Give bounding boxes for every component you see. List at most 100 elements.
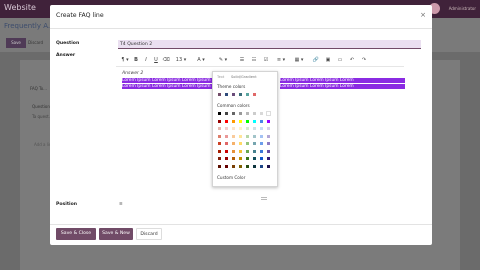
user-name[interactable]: Administrator xyxy=(449,6,476,11)
common-color-swatch[interactable] xyxy=(238,118,243,124)
common-color-swatch[interactable] xyxy=(266,156,271,161)
font-size-dropdown[interactable]: 13 ▾ xyxy=(174,56,188,64)
breadcrumb[interactable]: Frequently A... xyxy=(4,22,55,30)
common-color-swatch[interactable] xyxy=(252,118,257,124)
common-color-swatch[interactable] xyxy=(217,126,222,131)
common-color-swatch[interactable] xyxy=(259,126,264,131)
undo-button[interactable]: ↶ xyxy=(348,56,356,64)
video-button[interactable]: ▭ xyxy=(336,56,344,64)
image-button[interactable]: ▣ xyxy=(324,56,332,64)
common-color-swatch[interactable] xyxy=(252,111,257,116)
common-color-swatch[interactable] xyxy=(252,133,257,139)
common-color-swatch[interactable] xyxy=(231,163,236,169)
common-color-swatch[interactable] xyxy=(231,156,236,161)
question-input[interactable]: T4 Question 2 xyxy=(118,40,421,49)
common-color-swatch[interactable] xyxy=(231,126,236,131)
underline-button[interactable]: U xyxy=(152,56,160,64)
redo-button[interactable]: ↷ xyxy=(360,56,368,64)
paragraph-style-dropdown[interactable]: ¶ ▾ xyxy=(120,56,130,64)
picker-tab-text[interactable]: Text xyxy=(217,75,224,79)
common-color-swatch[interactable] xyxy=(217,163,222,169)
editor-resize-handle[interactable] xyxy=(261,197,267,200)
save-close-button[interactable]: Save & Close xyxy=(56,228,96,240)
discard-button[interactable]: Discard xyxy=(136,228,162,240)
common-color-swatch[interactable] xyxy=(231,133,236,139)
checklist-button[interactable]: ☑ xyxy=(262,56,270,64)
highlight-button[interactable]: ✎ ▾ xyxy=(216,56,230,64)
common-color-swatch[interactable] xyxy=(217,133,222,139)
common-color-swatch[interactable] xyxy=(245,156,250,161)
common-color-swatch[interactable] xyxy=(252,148,257,154)
common-color-swatch[interactable] xyxy=(245,141,250,146)
italic-button[interactable]: I xyxy=(142,56,150,64)
theme-color-swatch[interactable] xyxy=(224,92,229,97)
app-name[interactable]: Website xyxy=(4,3,36,12)
common-color-swatch[interactable] xyxy=(231,148,236,154)
common-color-swatch[interactable] xyxy=(224,163,229,169)
common-color-swatch[interactable] xyxy=(259,111,264,116)
common-color-swatch[interactable] xyxy=(217,156,222,161)
theme-color-swatch[interactable] xyxy=(245,92,250,97)
common-color-swatch[interactable] xyxy=(238,156,243,161)
common-color-swatch[interactable] xyxy=(238,133,243,139)
theme-color-swatch[interactable] xyxy=(217,92,222,97)
theme-color-swatch[interactable] xyxy=(252,92,257,97)
common-color-swatch[interactable] xyxy=(217,118,222,124)
common-color-swatch[interactable] xyxy=(252,163,257,169)
common-color-swatch[interactable] xyxy=(266,141,271,146)
common-color-swatch[interactable] xyxy=(266,148,271,154)
common-color-swatch[interactable] xyxy=(238,141,243,146)
common-color-swatch[interactable] xyxy=(252,126,257,131)
common-color-swatch[interactable] xyxy=(238,111,243,116)
common-color-swatch[interactable] xyxy=(245,126,250,131)
bullet-list-button[interactable]: ☰ xyxy=(238,56,246,64)
common-color-swatch[interactable] xyxy=(231,141,236,146)
common-color-swatch[interactable] xyxy=(224,148,229,154)
common-color-swatch[interactable] xyxy=(266,163,271,169)
common-color-swatch[interactable] xyxy=(238,126,243,131)
common-color-swatch[interactable] xyxy=(266,111,271,116)
common-color-swatch[interactable] xyxy=(224,156,229,161)
numbered-list-button[interactable]: ☷ xyxy=(250,56,258,64)
common-color-swatch[interactable] xyxy=(259,141,264,146)
common-color-swatch[interactable] xyxy=(259,118,264,124)
theme-color-swatch[interactable] xyxy=(231,92,236,97)
common-color-swatch[interactable] xyxy=(259,156,264,161)
common-color-swatch[interactable] xyxy=(252,141,257,146)
common-color-swatch[interactable] xyxy=(231,111,236,116)
common-color-swatch[interactable] xyxy=(245,118,250,124)
common-color-swatch[interactable] xyxy=(224,111,229,116)
common-color-swatch[interactable] xyxy=(224,126,229,131)
common-color-swatch[interactable] xyxy=(252,156,257,161)
link-button[interactable]: 🔗 xyxy=(312,56,320,64)
common-color-swatch[interactable] xyxy=(238,163,243,169)
theme-color-swatch[interactable] xyxy=(238,92,243,97)
common-color-swatch[interactable] xyxy=(238,148,243,154)
common-color-swatch[interactable] xyxy=(245,111,250,116)
bold-button[interactable]: B xyxy=(132,56,140,64)
background-save-button[interactable]: Save xyxy=(6,38,26,48)
common-color-swatch[interactable] xyxy=(217,111,222,116)
close-icon[interactable]: × xyxy=(420,11,426,19)
common-color-swatch[interactable] xyxy=(259,148,264,154)
common-color-swatch[interactable] xyxy=(266,133,271,139)
common-color-swatch[interactable] xyxy=(231,118,236,124)
table-dropdown[interactable]: ▦ ▾ xyxy=(292,56,306,64)
custom-color-title[interactable]: Custom Color xyxy=(217,175,245,180)
background-discard-button[interactable]: Discard xyxy=(28,38,52,48)
common-color-swatch[interactable] xyxy=(259,163,264,169)
common-color-swatch[interactable] xyxy=(224,118,229,124)
common-color-swatch[interactable] xyxy=(245,163,250,169)
eraser-icon[interactable]: ⌫ xyxy=(162,56,170,64)
save-new-button[interactable]: Save & New xyxy=(99,228,133,240)
font-color-button[interactable]: A ▾ xyxy=(194,56,208,64)
picker-tab-background[interactable]: Solid/Gradient xyxy=(231,75,257,79)
common-color-swatch[interactable] xyxy=(245,133,250,139)
common-color-swatch[interactable] xyxy=(266,126,271,131)
common-color-swatch[interactable] xyxy=(245,148,250,154)
common-color-swatch[interactable] xyxy=(217,148,222,154)
common-color-swatch[interactable] xyxy=(217,141,222,146)
position-handle-icon[interactable]: ≡ xyxy=(119,202,123,207)
common-color-swatch[interactable] xyxy=(224,141,229,146)
common-color-swatch[interactable] xyxy=(266,118,271,124)
